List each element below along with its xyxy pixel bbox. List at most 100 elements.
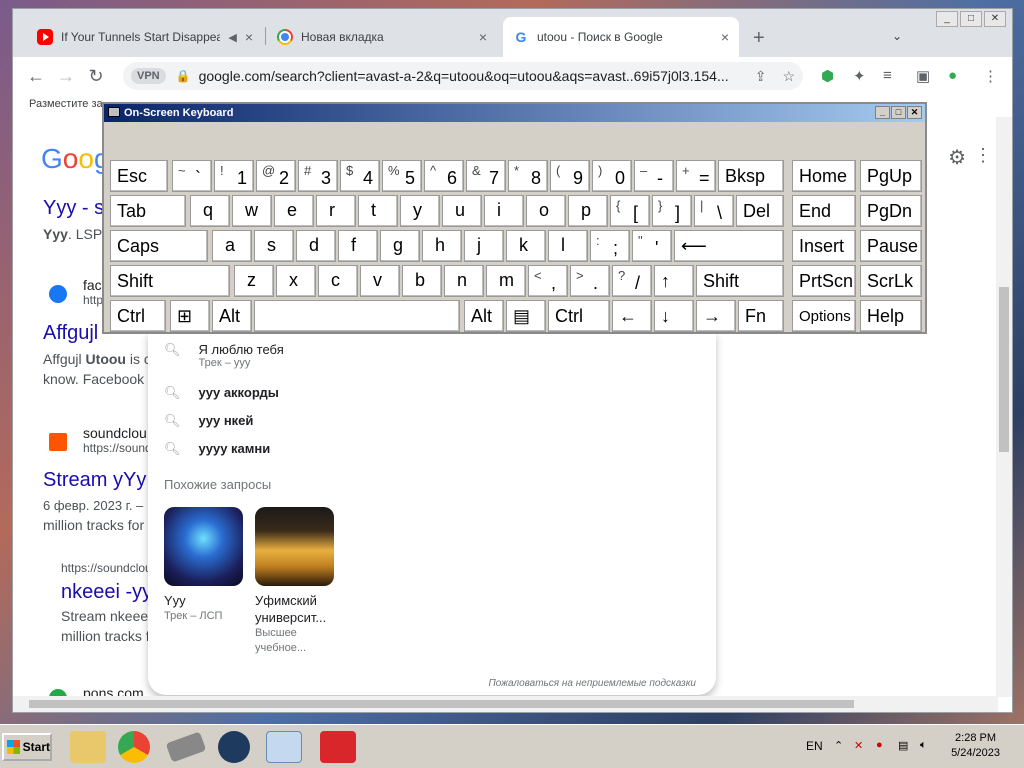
key-pgup[interactable]: PgUp	[860, 160, 922, 192]
keyboard-app-icon[interactable]	[266, 731, 302, 763]
key-2[interactable]: @2	[256, 160, 296, 192]
audio-icon[interactable]: ◀	[228, 31, 236, 44]
key-;[interactable]: :;	[590, 230, 630, 262]
key-c[interactable]: c	[318, 265, 358, 297]
alert-icon[interactable]: ●	[876, 739, 883, 751]
share-icon[interactable]: ⇪	[755, 68, 767, 85]
lock-icon[interactable]: 🔒	[176, 69, 191, 83]
result-title[interactable]: Yyy - s	[43, 197, 104, 220]
key-'[interactable]: " '	[632, 230, 672, 262]
key-n[interactable]: n	[444, 265, 484, 297]
key-4[interactable]: $4	[340, 160, 380, 192]
key-=[interactable]: + =	[676, 160, 716, 192]
key-d[interactable]: d	[296, 230, 336, 262]
key-9[interactable]: (9	[550, 160, 590, 192]
osk-minimize-button[interactable]: _	[875, 106, 890, 119]
horizontal-scrollbar[interactable]	[13, 696, 998, 712]
key-▤[interactable]: ▤	[506, 300, 546, 332]
key-,[interactable]: <,	[528, 265, 568, 297]
tab-new-tab[interactable]: Новая вкладка ×	[267, 17, 497, 57]
key-s[interactable]: s	[254, 230, 294, 262]
app-c-icon[interactable]	[320, 731, 356, 763]
sidepanel-icon[interactable]: ▣	[916, 67, 930, 85]
key-scrlk[interactable]: ScrLk	[860, 265, 922, 297]
key-del[interactable]: Del	[736, 195, 784, 227]
key-q[interactable]: q	[190, 195, 230, 227]
key-fn[interactable]: Fn	[738, 300, 784, 332]
key-p[interactable]: p	[568, 195, 608, 227]
key-shift[interactable]: Shift	[110, 265, 230, 297]
back-icon[interactable]: ←	[21, 66, 51, 87]
key-ctrl[interactable]: Ctrl	[548, 300, 610, 332]
network-icon[interactable]: ✕	[854, 739, 863, 752]
chevron-up-icon[interactable]: ⌃	[834, 739, 843, 752]
key-help[interactable]: Help	[860, 300, 922, 332]
key-pause[interactable]: Pause	[860, 230, 922, 262]
key-→[interactable]: →	[696, 300, 736, 332]
key-end[interactable]: End	[792, 195, 856, 227]
key-`[interactable]: ~ `	[172, 160, 212, 192]
key-5[interactable]: % 5	[382, 160, 422, 192]
tab-youtube[interactable]: If Your Tunnels Start Disappear ◀ ×	[27, 17, 263, 57]
vpn-badge[interactable]: VPN	[131, 68, 166, 84]
key-pgdn[interactable]: PgDn	[860, 195, 922, 227]
new-tab-button[interactable]: +	[753, 27, 765, 50]
key-esc[interactable]: Esc	[110, 160, 168, 192]
key-j[interactable]: j	[464, 230, 504, 262]
related-card[interactable]: Yyy Трек – ЛСП	[164, 507, 244, 624]
suggestion-item[interactable]: 🔍︎ Я люблю тебя Трек – yyy	[164, 342, 284, 369]
key-i[interactable]: i	[484, 195, 524, 227]
key-.[interactable]: >.	[570, 265, 610, 297]
key-k[interactable]: k	[506, 230, 546, 262]
key-6[interactable]: ^ 6	[424, 160, 464, 192]
key-t[interactable]: t	[358, 195, 398, 227]
key-0[interactable]: ) 0	[592, 160, 632, 192]
key-prtscn[interactable]: PrtScn	[792, 265, 856, 297]
key-m[interactable]: m	[486, 265, 526, 297]
key-1[interactable]: ! 1	[214, 160, 254, 192]
chip-icon[interactable]	[165, 731, 207, 763]
close-button[interactable]: ✕	[984, 11, 1006, 27]
key--[interactable]: – -	[634, 160, 674, 192]
language-indicator[interactable]: EN	[806, 739, 823, 753]
key-h[interactable]: h	[422, 230, 462, 262]
key-←[interactable]: ←	[612, 300, 652, 332]
key-alt[interactable]: Alt	[464, 300, 504, 332]
key-bksp[interactable]: Bksp	[718, 160, 784, 192]
suggestion-item[interactable]: 🔍︎ yyyy камни	[164, 441, 270, 457]
key-⟵[interactable]: ⟵	[674, 230, 784, 262]
key-l[interactable]: l	[548, 230, 588, 262]
star-icon[interactable]: ☆	[782, 68, 795, 85]
device-icon[interactable]: ▤	[898, 739, 908, 752]
avast-icon[interactable]: ●	[948, 67, 957, 84]
key-][interactable]: }]	[652, 195, 692, 227]
more-icon[interactable]: ⋮	[974, 145, 992, 166]
key-↓[interactable]: ↓	[654, 300, 694, 332]
key-shift[interactable]: Shift	[696, 265, 784, 297]
key-tab[interactable]: Tab	[110, 195, 186, 227]
clock[interactable]: 2:28 PM 5/24/2023	[951, 731, 1000, 761]
key-y[interactable]: y	[400, 195, 440, 227]
key-8[interactable]: * 8	[508, 160, 548, 192]
volume-icon[interactable]: 🔈︎	[920, 739, 927, 752]
google-logo[interactable]: Goog	[41, 143, 110, 175]
osk-close-button[interactable]: ✕	[907, 106, 922, 119]
key-ctrl[interactable]: Ctrl	[110, 300, 166, 332]
key-options[interactable]: Options	[792, 300, 856, 332]
key-space[interactable]	[254, 300, 460, 332]
report-link[interactable]: Пожаловаться на неприемлемые подсказки	[489, 678, 696, 689]
key-\[interactable]: | \	[694, 195, 734, 227]
key-v[interactable]: v	[360, 265, 400, 297]
address-bar[interactable]: VPN 🔒 google.com/search?client=avast-a-2…	[123, 62, 803, 90]
key-f[interactable]: f	[338, 230, 378, 262]
key-/[interactable]: ? /	[612, 265, 652, 297]
key-x[interactable]: x	[276, 265, 316, 297]
maximize-button[interactable]: □	[960, 11, 982, 27]
close-icon[interactable]: ×	[245, 29, 253, 45]
suggestion-item[interactable]: 🔍︎ yyy нкей	[164, 413, 253, 429]
result-title[interactable]: Stream yYy	[43, 469, 146, 492]
key-r[interactable]: r	[316, 195, 356, 227]
key-caps[interactable]: Caps	[110, 230, 208, 262]
osk-maximize-button[interactable]: □	[891, 106, 906, 119]
key-7[interactable]: & 7	[466, 160, 506, 192]
